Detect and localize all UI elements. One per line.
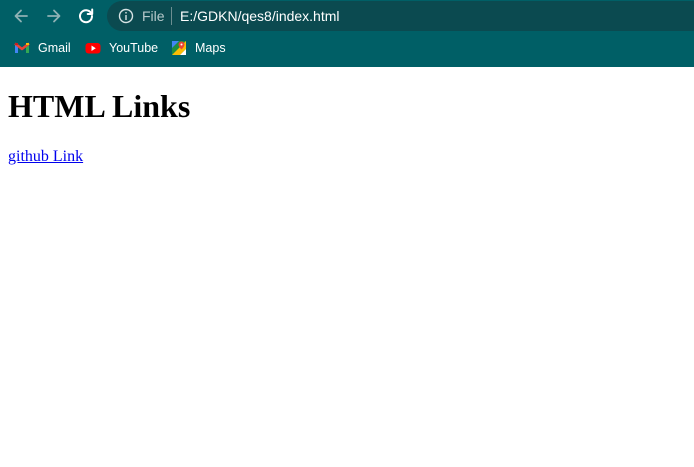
bookmarks-bar: Gmail YouTube Maps	[0, 33, 694, 63]
browser-frame: File E:/GDKN/qes8/index.html Gmail YouTu…	[0, 0, 694, 67]
browser-toolbar: File E:/GDKN/qes8/index.html	[0, 0, 694, 32]
back-button[interactable]	[10, 5, 32, 27]
omnibox-divider	[171, 7, 172, 25]
bookmark-maps[interactable]: Maps	[171, 39, 226, 57]
arrow-left-icon	[12, 7, 30, 25]
youtube-icon	[85, 40, 101, 56]
url-text[interactable]: E:/GDKN/qes8/index.html	[180, 7, 340, 25]
info-circle-icon[interactable]	[117, 7, 135, 25]
page-heading: HTML Links	[8, 88, 191, 124]
maps-icon	[171, 40, 187, 56]
bookmark-label: Gmail	[38, 41, 71, 55]
bookmark-gmail[interactable]: Gmail	[14, 39, 71, 57]
gmail-icon	[14, 40, 30, 56]
reload-icon	[77, 7, 95, 25]
arrow-right-icon	[45, 7, 63, 25]
page-content: HTML Links github Link	[0, 67, 694, 467]
reload-button[interactable]	[75, 5, 97, 27]
forward-button[interactable]	[43, 5, 65, 27]
bookmark-youtube[interactable]: YouTube	[85, 39, 158, 57]
bookmark-label: Maps	[195, 41, 226, 55]
github-link[interactable]: github Link	[8, 147, 83, 166]
bookmark-label: YouTube	[109, 41, 159, 55]
url-scheme-label: File	[142, 8, 165, 24]
